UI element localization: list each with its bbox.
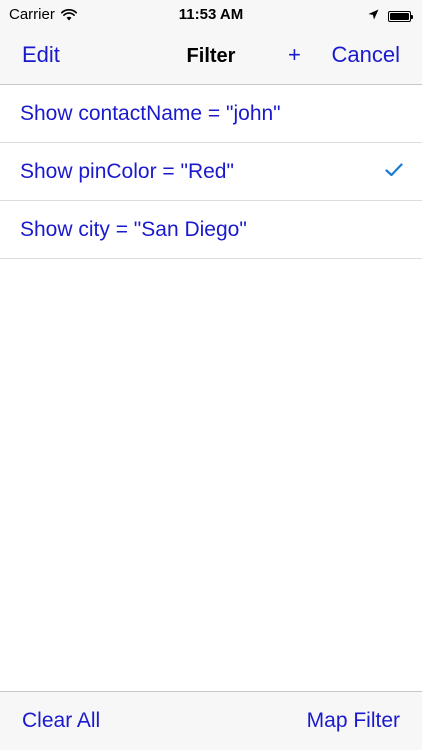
- filter-row-pincolor[interactable]: Show pinColor = "Red": [0, 143, 422, 201]
- battery-fill: [390, 12, 409, 20]
- cancel-button[interactable]: Cancel: [332, 42, 400, 68]
- filter-screen: Carrier 11:53 AM Edit Filter + Cancel Sh…: [0, 0, 422, 750]
- filter-row-label: Show contactName = "john": [20, 102, 281, 125]
- filter-list: Show contactName = "john" Show pinColor …: [0, 85, 422, 259]
- checkmark-icon: [385, 163, 403, 177]
- filter-row-label: Show city = "San Diego": [20, 218, 247, 241]
- add-filter-button[interactable]: +: [288, 42, 301, 68]
- map-filter-button[interactable]: Map Filter: [307, 708, 400, 734]
- filter-row-label: Show pinColor = "Red": [20, 160, 234, 183]
- filter-row-contactname[interactable]: Show contactName = "john": [0, 85, 422, 143]
- location-arrow-icon: [368, 7, 379, 25]
- nav-bar: Edit Filter + Cancel: [0, 30, 422, 85]
- status-time: 11:53 AM: [178, 6, 244, 23]
- status-right: [368, 7, 413, 25]
- status-bar: Carrier 11:53 AM: [0, 0, 422, 30]
- clear-all-button[interactable]: Clear All: [22, 708, 100, 734]
- filter-row-city[interactable]: Show city = "San Diego": [0, 201, 422, 259]
- battery-icon: [388, 10, 413, 22]
- bottom-toolbar: Clear All Map Filter: [0, 691, 422, 750]
- edit-button[interactable]: Edit: [22, 42, 60, 68]
